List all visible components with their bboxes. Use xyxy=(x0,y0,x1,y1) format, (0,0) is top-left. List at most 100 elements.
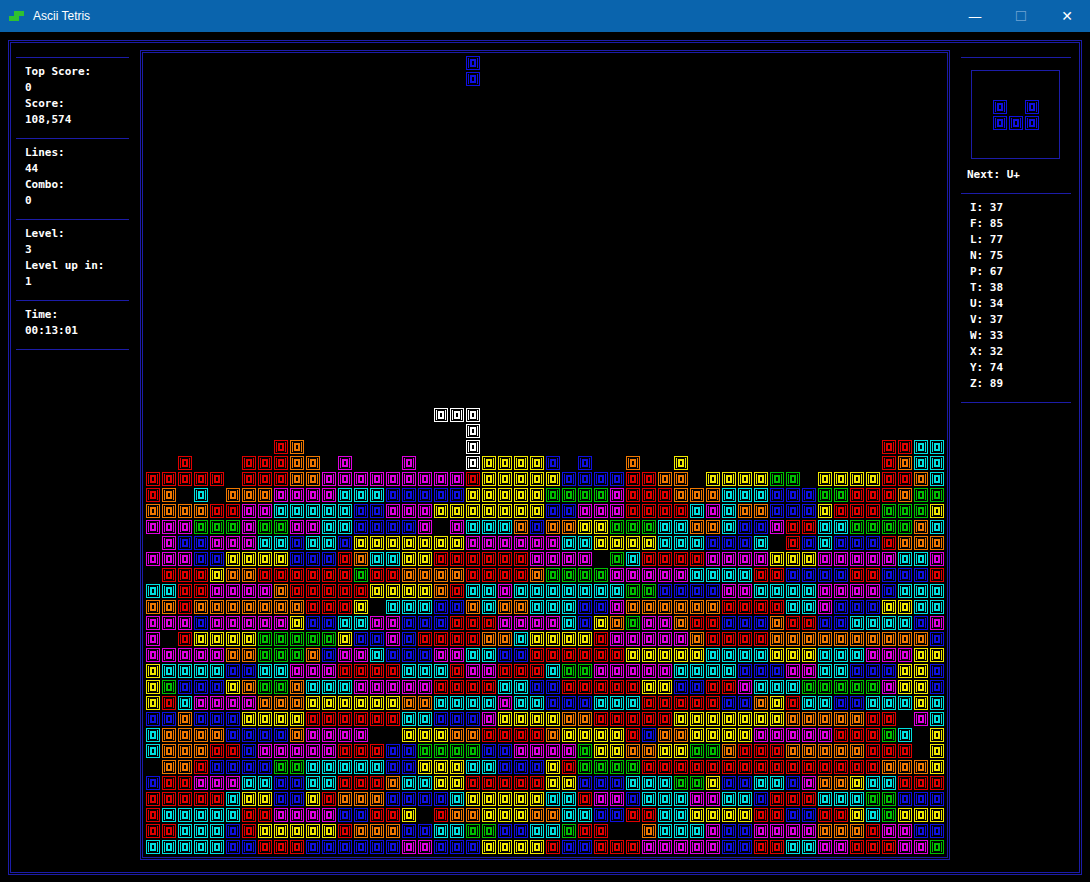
block-cell xyxy=(641,519,657,535)
empty-cell xyxy=(161,631,177,647)
empty-cell xyxy=(641,167,657,183)
block-cell xyxy=(273,471,289,487)
block-cell xyxy=(881,615,897,631)
grid-row xyxy=(145,343,945,359)
empty-cell xyxy=(593,151,609,167)
block-cell xyxy=(465,455,481,471)
empty-cell xyxy=(353,391,369,407)
empty-cell xyxy=(913,327,929,343)
empty-cell xyxy=(913,359,929,375)
minimize-button[interactable]: — xyxy=(952,0,998,32)
empty-cell xyxy=(321,151,337,167)
empty-cell xyxy=(881,119,897,135)
empty-cell xyxy=(321,87,337,103)
empty-cell xyxy=(849,183,865,199)
empty-cell xyxy=(561,359,577,375)
block-cell xyxy=(609,535,625,551)
empty-cell xyxy=(273,247,289,263)
empty-cell xyxy=(721,103,737,119)
block-cell xyxy=(465,471,481,487)
empty-cell xyxy=(209,119,225,135)
empty-cell xyxy=(305,151,321,167)
block-cell xyxy=(385,567,401,583)
block-cell xyxy=(673,471,689,487)
block-cell xyxy=(577,551,593,567)
block-cell xyxy=(289,615,305,631)
empty-cell xyxy=(897,55,913,71)
block-cell xyxy=(593,647,609,663)
empty-cell xyxy=(913,183,929,199)
empty-cell xyxy=(865,231,881,247)
close-button[interactable]: ✕ xyxy=(1044,0,1090,32)
block-cell xyxy=(497,487,513,503)
empty-cell xyxy=(577,119,593,135)
empty-cell xyxy=(289,311,305,327)
block-cell xyxy=(849,615,865,631)
block-cell xyxy=(433,631,449,647)
grid-row xyxy=(145,535,945,551)
empty-cell xyxy=(209,343,225,359)
empty-cell xyxy=(305,343,321,359)
empty-cell xyxy=(673,135,689,151)
empty-cell xyxy=(481,87,497,103)
block-cell xyxy=(833,471,849,487)
empty-cell xyxy=(641,391,657,407)
block-cell xyxy=(881,487,897,503)
block-cell xyxy=(273,439,289,455)
block-cell xyxy=(385,535,401,551)
block-cell xyxy=(785,487,801,503)
block-cell xyxy=(273,503,289,519)
block-cell xyxy=(497,535,513,551)
block-cell xyxy=(465,631,481,647)
empty-cell xyxy=(145,119,161,135)
empty-cell xyxy=(449,439,465,455)
grid-row xyxy=(145,295,945,311)
empty-cell xyxy=(849,423,865,439)
empty-cell xyxy=(385,375,401,391)
empty-cell xyxy=(497,279,513,295)
empty-cell xyxy=(385,103,401,119)
block-cell xyxy=(673,567,689,583)
block-cell xyxy=(529,599,545,615)
empty-cell xyxy=(561,151,577,167)
block-cell xyxy=(145,631,161,647)
block-cell xyxy=(817,567,833,583)
block-cell xyxy=(865,615,881,631)
block-cell xyxy=(497,663,513,679)
empty-cell xyxy=(321,295,337,311)
empty-cell xyxy=(609,199,625,215)
empty-cell xyxy=(913,279,929,295)
empty-cell xyxy=(353,135,369,151)
empty-cell xyxy=(273,375,289,391)
block-cell xyxy=(273,519,289,535)
empty-cell xyxy=(497,103,513,119)
block-cell xyxy=(289,487,305,503)
empty-cell xyxy=(593,407,609,423)
grid-row xyxy=(145,359,945,375)
empty-cell xyxy=(817,279,833,295)
block-cell xyxy=(705,503,721,519)
block-cell xyxy=(545,663,561,679)
empty-cell xyxy=(561,439,577,455)
empty-cell xyxy=(849,343,865,359)
empty-cell xyxy=(721,183,737,199)
empty-cell xyxy=(369,87,385,103)
empty-cell xyxy=(321,375,337,391)
empty-cell xyxy=(145,231,161,247)
empty-cell xyxy=(849,439,865,455)
empty-cell xyxy=(817,135,833,151)
block-cell xyxy=(481,487,497,503)
empty-cell xyxy=(369,599,385,615)
empty-cell xyxy=(465,215,481,231)
empty-cell xyxy=(161,135,177,151)
empty-cell xyxy=(241,327,257,343)
block-cell xyxy=(929,647,945,663)
empty-cell xyxy=(417,263,433,279)
empty-cell xyxy=(657,247,673,263)
grid-row xyxy=(145,455,945,471)
empty-cell xyxy=(433,391,449,407)
block-cell xyxy=(801,535,817,551)
block-cell xyxy=(913,567,929,583)
empty-cell xyxy=(497,359,513,375)
empty-cell xyxy=(225,263,241,279)
